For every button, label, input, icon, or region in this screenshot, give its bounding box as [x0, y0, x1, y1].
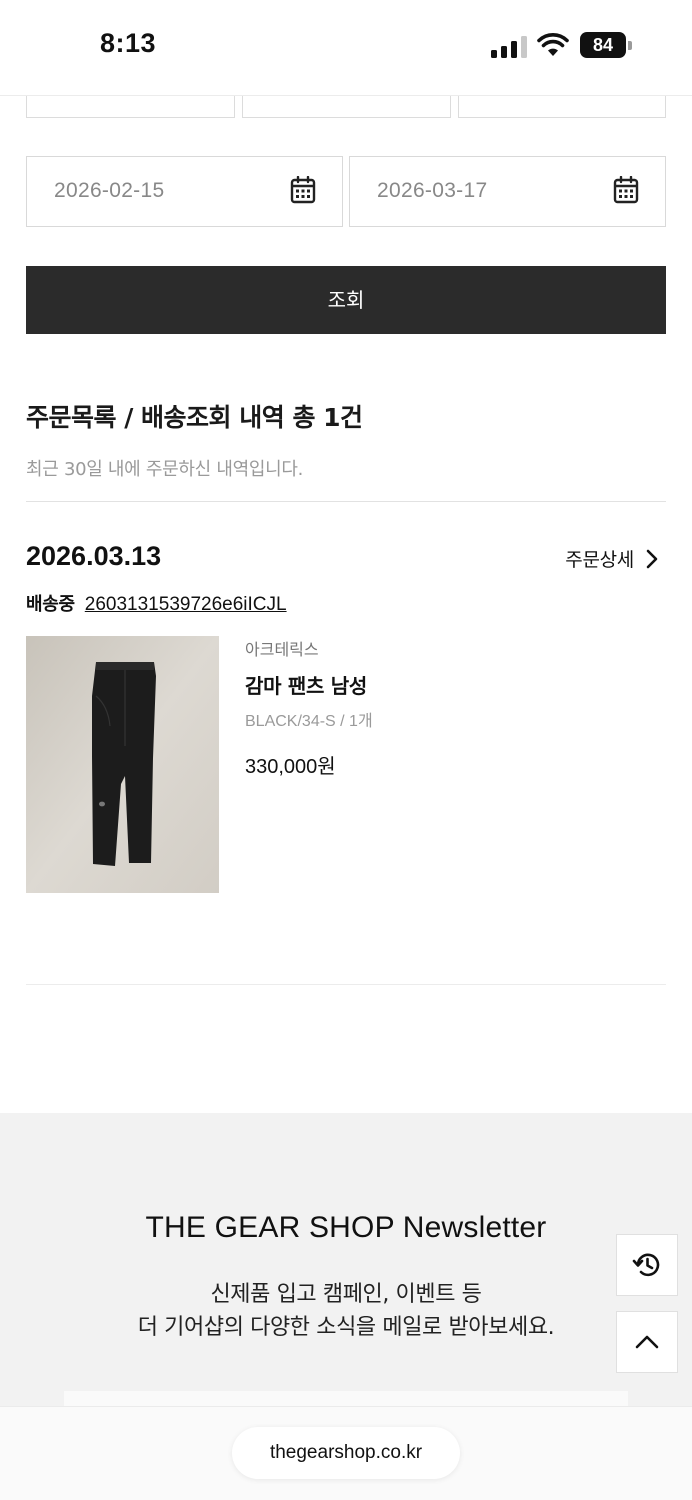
- scroll-top-button[interactable]: [616, 1311, 678, 1373]
- order-date: 2026.03.13: [26, 541, 162, 571]
- newsletter-title: THE GEAR SHOP Newsletter: [145, 1211, 547, 1244]
- order-list-title: 주문목록 / 배송조회 내역 총 1건: [26, 403, 363, 432]
- calendar-icon[interactable]: [613, 176, 639, 204]
- product-name[interactable]: 감마 팬츠 남성: [245, 670, 367, 699]
- calendar-icon[interactable]: [290, 176, 316, 204]
- wifi-icon: [537, 33, 569, 56]
- newsletter-line-2: 더 기어샵의 다양한 소식을 메일로 받아보세요.: [137, 1315, 555, 1340]
- divider: [26, 984, 666, 985]
- order-detail-label: 주문상세: [565, 549, 634, 571]
- status-bar: 8:13 84: [0, 0, 692, 96]
- order-list-subtitle: 최근 30일 내에 주문하신 내역입니다.: [26, 459, 304, 480]
- start-date-field[interactable]: 2026-02-15: [26, 156, 343, 227]
- recent-history-button[interactable]: [616, 1234, 678, 1296]
- chevron-up-icon: [635, 1335, 659, 1349]
- end-date-value: 2026-03-17: [377, 179, 488, 202]
- end-date-field[interactable]: 2026-03-17: [349, 156, 666, 227]
- chevron-right-icon: [646, 549, 658, 568]
- start-date-value: 2026-02-15: [54, 179, 165, 202]
- product-brand: 아크테릭스: [245, 640, 319, 659]
- newsletter-section: THE GEAR SHOP Newsletter 신제품 입고 캠페인, 이벤트…: [0, 1113, 692, 1421]
- pants-image: [26, 636, 219, 893]
- product-price: 330,000원: [245, 756, 336, 778]
- order-detail-link[interactable]: 주문상세: [565, 545, 658, 572]
- search-button[interactable]: 조회: [26, 266, 666, 334]
- cellular-signal-icon: [491, 36, 527, 58]
- order-status: 배송중: [26, 594, 75, 615]
- battery-icon: 84: [580, 32, 632, 58]
- order-status-row: 배송중 2603131539726e6iICJL: [26, 590, 287, 616]
- divider: [26, 501, 666, 502]
- product-option: BLACK/34-S / 1개: [245, 713, 373, 730]
- battery-level: 84: [580, 32, 626, 58]
- status-time: 8:13: [100, 28, 157, 58]
- product-image[interactable]: [26, 636, 219, 893]
- history-icon: [632, 1253, 660, 1277]
- address-bar[interactable]: thegearshop.co.kr: [232, 1427, 460, 1479]
- order-number-link[interactable]: 2603131539726e6iICJL: [85, 594, 287, 616]
- browser-bottom-bar: thegearshop.co.kr: [0, 1406, 692, 1500]
- newsletter-line-1: 신제품 입고 캠페인, 이벤트 등: [210, 1282, 482, 1307]
